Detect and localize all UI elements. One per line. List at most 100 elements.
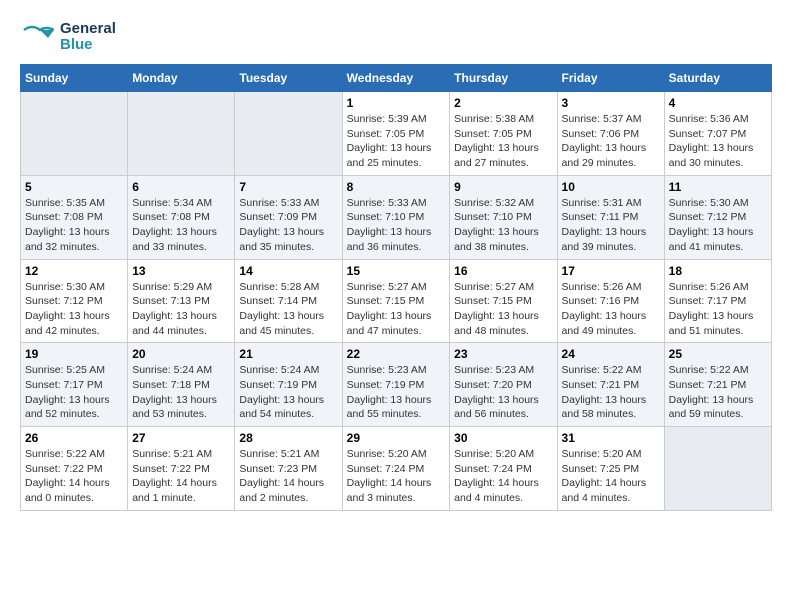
day-number: 24 (562, 347, 660, 361)
calendar-cell: 2 Sunrise: 5:38 AM Sunset: 7:05 PM Daylig… (450, 92, 557, 176)
day-number: 5 (25, 180, 123, 194)
calendar-cell: 8 Sunrise: 5:33 AM Sunset: 7:10 PM Daylig… (342, 175, 450, 259)
calendar-cell: 7Sunrise: 5:33 AM Sunset: 7:09 PM Daylig… (235, 175, 342, 259)
calendar-cell: 24 Sunrise: 5:22 AM Sunset: 7:21 PM Dayli… (557, 343, 664, 427)
day-number: 21 (239, 347, 337, 361)
calendar-cell: 6 Sunrise: 5:34 AM Sunset: 7:08 PM Daylig… (128, 175, 235, 259)
day-info: Sunrise: 5:23 AM Sunset: 7:20 PM Dayligh… (454, 363, 552, 422)
calendar-cell (664, 427, 771, 511)
day-info: Sunrise: 5:22 AM Sunset: 7:22 PM Dayligh… (25, 447, 123, 506)
calendar-cell (128, 92, 235, 176)
calendar-cell: 4 Sunrise: 5:36 AM Sunset: 7:07 PM Daylig… (664, 92, 771, 176)
calendar-cell (235, 92, 342, 176)
calendar-cell: 14Sunrise: 5:28 AM Sunset: 7:14 PM Dayli… (235, 259, 342, 343)
day-number: 29 (347, 431, 446, 445)
day-number: 2 (454, 96, 552, 110)
day-number: 27 (132, 431, 230, 445)
calendar-cell: 12 Sunrise: 5:30 AM Sunset: 7:12 PM Dayli… (21, 259, 128, 343)
day-number: 4 (669, 96, 767, 110)
day-number: 6 (132, 180, 230, 194)
day-number: 19 (25, 347, 123, 361)
day-number: 10 (562, 180, 660, 194)
day-number: 26 (25, 431, 123, 445)
calendar-cell: 9Sunrise: 5:32 AM Sunset: 7:10 PM Daylig… (450, 175, 557, 259)
day-number: 31 (562, 431, 660, 445)
calendar-cell: 29 Sunrise: 5:20 AM Sunset: 7:24 PM Dayli… (342, 427, 450, 511)
day-info: Sunrise: 5:24 AM Sunset: 7:18 PM Dayligh… (132, 363, 230, 422)
logo-text: General Blue (60, 21, 116, 54)
day-number: 23 (454, 347, 552, 361)
day-info: Sunrise: 5:38 AM Sunset: 7:05 PM Dayligh… (454, 112, 552, 171)
calendar-cell: 21Sunrise: 5:24 AM Sunset: 7:19 PM Dayli… (235, 343, 342, 427)
weekday-header-wednesday: Wednesday (342, 65, 450, 92)
calendar-cell: 30 Sunrise: 5:20 AM Sunset: 7:24 PM Dayli… (450, 427, 557, 511)
day-info: Sunrise: 5:23 AM Sunset: 7:19 PM Dayligh… (347, 363, 446, 422)
day-number: 17 (562, 264, 660, 278)
weekday-header-sunday: Sunday (21, 65, 128, 92)
calendar-cell: 17 Sunrise: 5:26 AM Sunset: 7:16 PM Dayli… (557, 259, 664, 343)
weekday-header-thursday: Thursday (450, 65, 557, 92)
day-info: Sunrise: 5:33 AM Sunset: 7:10 PM Dayligh… (347, 196, 446, 255)
calendar-week-row: 19 Sunrise: 5:25 AM Sunset: 7:17 PM Dayli… (21, 343, 772, 427)
calendar-cell: 18Sunrise: 5:26 AM Sunset: 7:17 PM Dayli… (664, 259, 771, 343)
day-info: Sunrise: 5:31 AM Sunset: 7:11 PM Dayligh… (562, 196, 660, 255)
calendar-cell: 16Sunrise: 5:27 AM Sunset: 7:15 PM Dayli… (450, 259, 557, 343)
weekday-header-tuesday: Tuesday (235, 65, 342, 92)
day-info: Sunrise: 5:30 AM Sunset: 7:12 PM Dayligh… (669, 196, 767, 255)
calendar-week-row: 12 Sunrise: 5:30 AM Sunset: 7:12 PM Dayli… (21, 259, 772, 343)
logo-bird-icon (20, 20, 54, 54)
day-info: Sunrise: 5:27 AM Sunset: 7:15 PM Dayligh… (347, 280, 446, 339)
day-number: 12 (25, 264, 123, 278)
day-info: Sunrise: 5:20 AM Sunset: 7:24 PM Dayligh… (454, 447, 552, 506)
day-number: 14 (239, 264, 337, 278)
day-info: Sunrise: 5:35 AM Sunset: 7:08 PM Dayligh… (25, 196, 123, 255)
weekday-header-friday: Friday (557, 65, 664, 92)
calendar-cell: 25 Sunrise: 5:22 AM Sunset: 7:21 PM Dayli… (664, 343, 771, 427)
day-info: Sunrise: 5:26 AM Sunset: 7:17 PM Dayligh… (669, 280, 767, 339)
calendar-table: SundayMondayTuesdayWednesdayThursdayFrid… (20, 64, 772, 511)
day-info: Sunrise: 5:25 AM Sunset: 7:17 PM Dayligh… (25, 363, 123, 422)
day-number: 3 (562, 96, 660, 110)
day-info: Sunrise: 5:29 AM Sunset: 7:13 PM Dayligh… (132, 280, 230, 339)
day-info: Sunrise: 5:34 AM Sunset: 7:08 PM Dayligh… (132, 196, 230, 255)
calendar-cell: 19 Sunrise: 5:25 AM Sunset: 7:17 PM Dayli… (21, 343, 128, 427)
logo-container: General Blue (20, 20, 116, 54)
day-number: 7 (239, 180, 337, 194)
day-info: Sunrise: 5:36 AM Sunset: 7:07 PM Dayligh… (669, 112, 767, 171)
calendar-cell: 20Sunrise: 5:24 AM Sunset: 7:18 PM Dayli… (128, 343, 235, 427)
calendar-week-row: 26 Sunrise: 5:22 AM Sunset: 7:22 PM Dayli… (21, 427, 772, 511)
day-number: 30 (454, 431, 552, 445)
calendar-cell: 28 Sunrise: 5:21 AM Sunset: 7:23 PM Dayli… (235, 427, 342, 511)
calendar-week-row: 5 Sunrise: 5:35 AM Sunset: 7:08 PM Daylig… (21, 175, 772, 259)
day-info: Sunrise: 5:21 AM Sunset: 7:23 PM Dayligh… (239, 447, 337, 506)
calendar-cell (21, 92, 128, 176)
calendar-cell: 5 Sunrise: 5:35 AM Sunset: 7:08 PM Daylig… (21, 175, 128, 259)
logo: General Blue (20, 20, 116, 54)
day-info: Sunrise: 5:20 AM Sunset: 7:25 PM Dayligh… (562, 447, 660, 506)
day-info: Sunrise: 5:30 AM Sunset: 7:12 PM Dayligh… (25, 280, 123, 339)
day-number: 16 (454, 264, 552, 278)
day-info: Sunrise: 5:37 AM Sunset: 7:06 PM Dayligh… (562, 112, 660, 171)
day-info: Sunrise: 5:26 AM Sunset: 7:16 PM Dayligh… (562, 280, 660, 339)
calendar-cell: 3 Sunrise: 5:37 AM Sunset: 7:06 PM Daylig… (557, 92, 664, 176)
day-info: Sunrise: 5:22 AM Sunset: 7:21 PM Dayligh… (669, 363, 767, 422)
calendar-cell: 1Sunrise: 5:39 AM Sunset: 7:05 PM Daylig… (342, 92, 450, 176)
calendar-header-row: SundayMondayTuesdayWednesdayThursdayFrid… (21, 65, 772, 92)
calendar-cell: 13 Sunrise: 5:29 AM Sunset: 7:13 PM Dayli… (128, 259, 235, 343)
day-info: Sunrise: 5:22 AM Sunset: 7:21 PM Dayligh… (562, 363, 660, 422)
day-number: 25 (669, 347, 767, 361)
weekday-header-monday: Monday (128, 65, 235, 92)
weekday-header-saturday: Saturday (664, 65, 771, 92)
day-info: Sunrise: 5:20 AM Sunset: 7:24 PM Dayligh… (347, 447, 446, 506)
day-number: 28 (239, 431, 337, 445)
calendar-cell: 10 Sunrise: 5:31 AM Sunset: 7:11 PM Dayli… (557, 175, 664, 259)
calendar-cell: 11Sunrise: 5:30 AM Sunset: 7:12 PM Dayli… (664, 175, 771, 259)
calendar-week-row: 1Sunrise: 5:39 AM Sunset: 7:05 PM Daylig… (21, 92, 772, 176)
calendar-cell: 23 Sunrise: 5:23 AM Sunset: 7:20 PM Dayli… (450, 343, 557, 427)
day-number: 13 (132, 264, 230, 278)
calendar-cell: 26 Sunrise: 5:22 AM Sunset: 7:22 PM Dayli… (21, 427, 128, 511)
day-number: 22 (347, 347, 446, 361)
day-number: 8 (347, 180, 446, 194)
calendar-cell: 22 Sunrise: 5:23 AM Sunset: 7:19 PM Dayli… (342, 343, 450, 427)
day-number: 9 (454, 180, 552, 194)
